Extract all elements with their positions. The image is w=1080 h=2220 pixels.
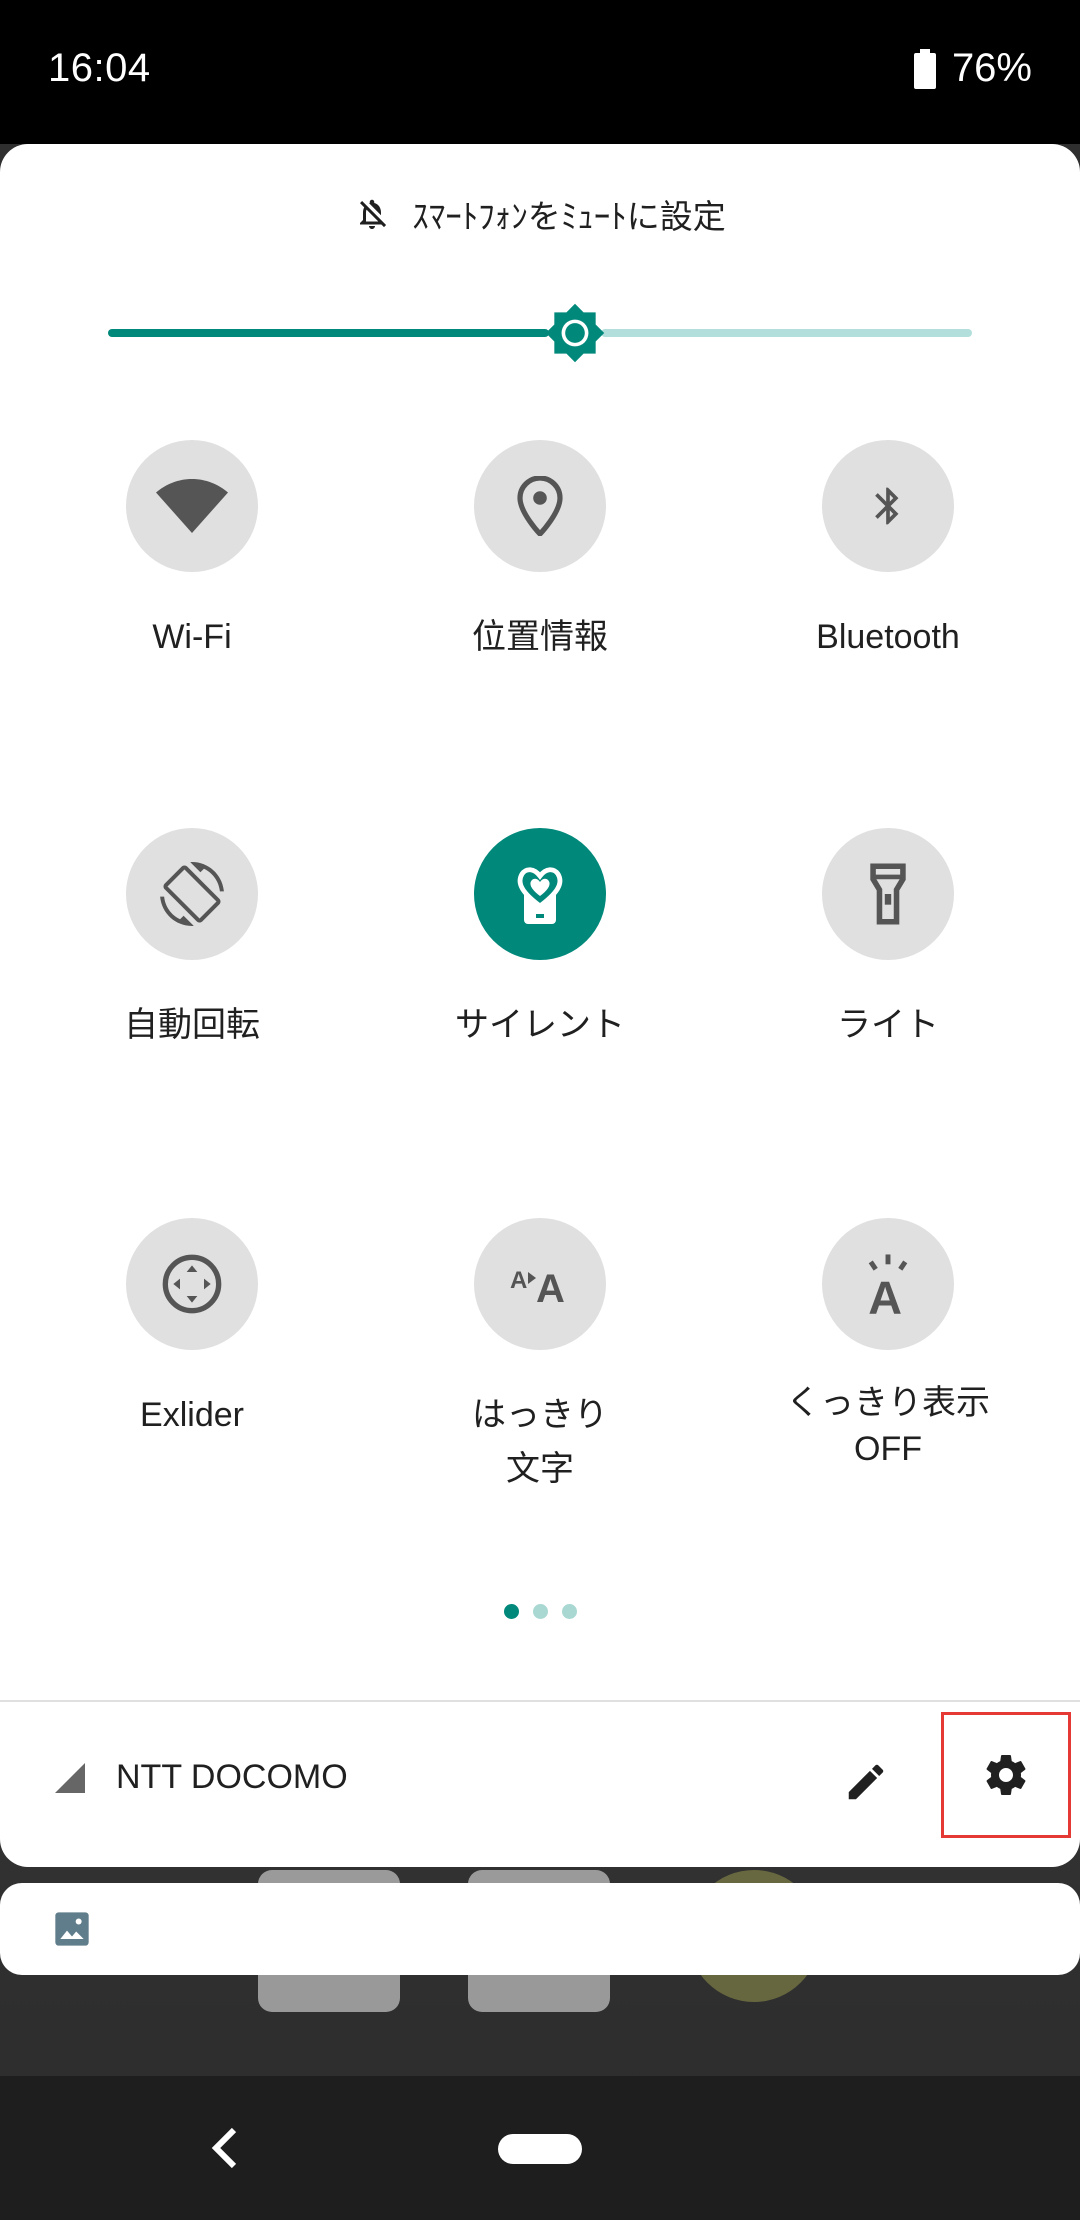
page-dot [561, 1604, 577, 1619]
pencil-icon [848, 1764, 884, 1800]
tile-label: Exlider [140, 1396, 244, 1434]
svg-text:A: A [510, 1267, 527, 1294]
tile-location[interactable]: 位置情報 [390, 440, 690, 660]
tile-silent-circle[interactable] [474, 828, 606, 960]
settings-button[interactable] [941, 1712, 1071, 1838]
status-time: 16:04 [48, 46, 151, 90]
quick-settings-footer: NTT DOCOMO [0, 1702, 1080, 1867]
battery-icon [913, 48, 936, 89]
tile-label-line1: くっきり表示 [786, 1384, 990, 1422]
brightness-icon [545, 303, 605, 363]
tile-auto-rotate[interactable]: 自動回転 [42, 828, 342, 1048]
tile-label: Bluetooth [816, 618, 960, 656]
tile-silent[interactable]: サイレント [390, 828, 690, 1048]
edit-button[interactable] [826, 1742, 906, 1822]
navigation-bar [0, 2076, 1080, 2220]
tile-label: Wi-Fi [152, 618, 232, 656]
signal-icon [55, 1762, 85, 1793]
page-indicator [0, 1604, 1080, 1619]
mute-label: ｽﾏｰﾄﾌｫﾝをﾐｭｰﾄに設定 [412, 198, 726, 235]
svg-text:A: A [536, 1267, 565, 1309]
battery-percent: 76% [951, 46, 1032, 90]
wifi-icon [156, 479, 228, 533]
status-bar: 16:04 76% [0, 0, 1080, 144]
tile-wifi[interactable]: Wi-Fi [42, 440, 342, 660]
tile-label: はっきり 文字 [390, 1392, 690, 1492]
status-right-group: 76% [913, 46, 1032, 91]
tile-exlider[interactable]: Exlider [42, 1218, 342, 1438]
tile-flashlight[interactable]: ライト [738, 828, 1038, 1048]
tile-sharp-display-circle[interactable]: A [822, 1218, 954, 1350]
tile-bluetooth[interactable]: Bluetooth [738, 440, 1038, 660]
gear-icon [986, 1755, 1026, 1795]
notification-card[interactable] [0, 1883, 1080, 1975]
tile-label-line2: OFF [854, 1430, 922, 1468]
carrier-name: NTT DOCOMO [116, 1758, 348, 1796]
back-icon[interactable] [206, 2124, 246, 2172]
tile-label-line2: 文字 [506, 1450, 574, 1488]
flashlight-icon [870, 863, 906, 925]
carrier-info: NTT DOCOMO [52, 1758, 348, 1797]
tile-label: 位置情報 [472, 618, 608, 656]
brightness-track-active [108, 329, 549, 337]
tile-clear-text-circle[interactable]: A A [474, 1218, 606, 1350]
tile-bluetooth-circle[interactable] [822, 440, 954, 572]
exlider-icon [162, 1254, 222, 1314]
location-icon [517, 476, 563, 536]
clear-text-icon: A A [510, 1267, 565, 1309]
tile-wifi-circle[interactable] [126, 440, 258, 572]
mute-phone-row[interactable]: ｽﾏｰﾄﾌｫﾝをﾐｭｰﾄに設定 [0, 184, 1080, 244]
tile-auto-rotate-circle[interactable] [126, 828, 258, 960]
svg-text:A: A [868, 1272, 902, 1316]
tile-exlider-circle[interactable] [126, 1218, 258, 1350]
brightness-thumb[interactable] [544, 302, 606, 364]
tile-label: 自動回転 [124, 1006, 260, 1044]
page-dot [532, 1604, 548, 1619]
tile-location-circle[interactable] [474, 440, 606, 572]
tile-flashlight-circle[interactable] [822, 828, 954, 960]
home-pill-button[interactable] [498, 2134, 582, 2164]
page-dot [503, 1604, 519, 1619]
bell-off-icon [360, 199, 387, 229]
tile-label: ライト [837, 1006, 939, 1044]
tile-label: サイレント [455, 1006, 625, 1044]
brightness-slider[interactable] [108, 302, 972, 364]
tile-label: くっきり表示 OFF [738, 1380, 1038, 1472]
silent-icon [517, 867, 563, 924]
bluetooth-icon [875, 487, 899, 525]
brightness-track-inactive [601, 329, 972, 337]
quick-settings-panel: ｽﾏｰﾄﾌｫﾝをﾐｭｰﾄに設定 Wi-Fi 位置情報 Bluetooth 自動回… [0, 144, 1080, 1867]
image-icon [55, 1912, 89, 1946]
tile-label-line1: はっきり [472, 1396, 608, 1434]
tile-sharp-display[interactable]: A くっきり表示 OFF [738, 1218, 1038, 1472]
auto-rotate-icon [160, 862, 224, 926]
tile-clear-text[interactable]: A A はっきり 文字 [390, 1218, 690, 1492]
sharp-display-icon: A [868, 1254, 908, 1316]
